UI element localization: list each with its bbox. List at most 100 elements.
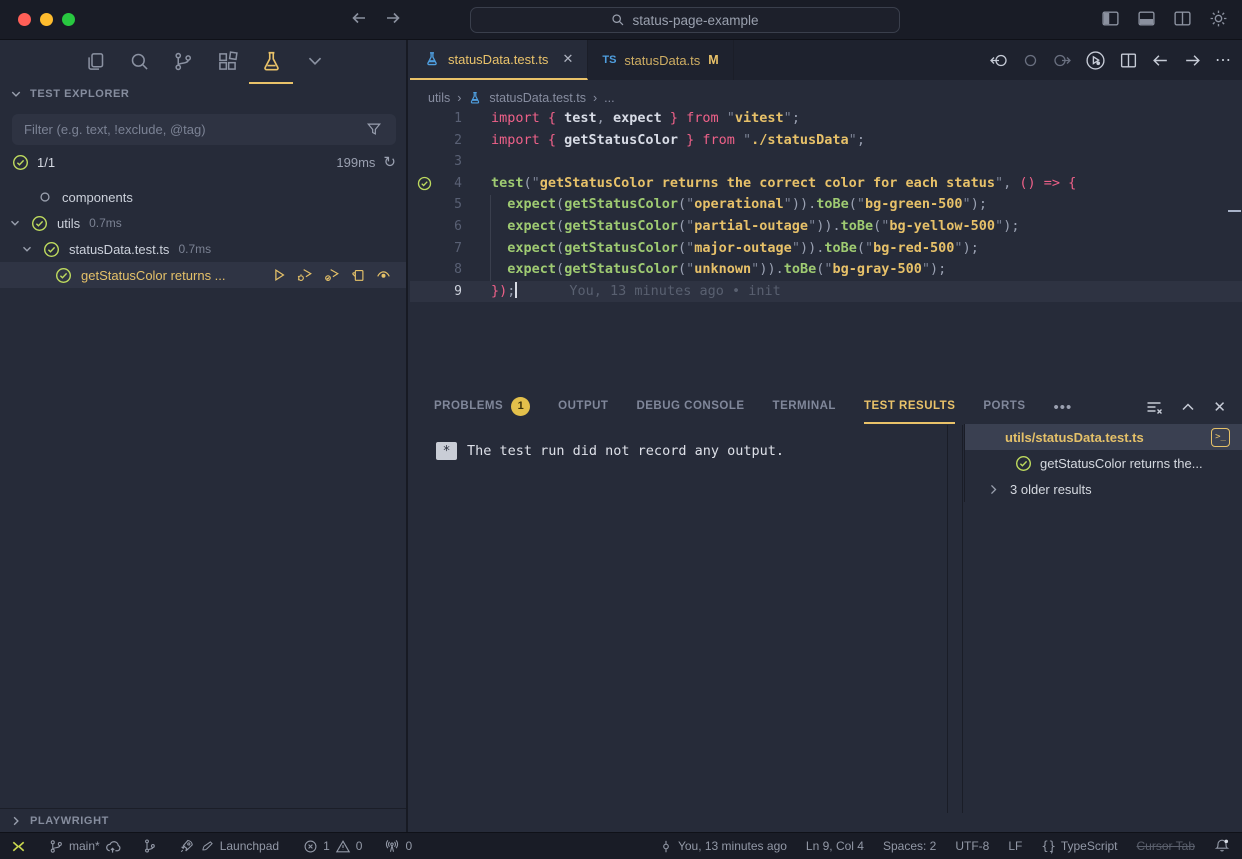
open-test-file-icon[interactable] — [350, 267, 366, 283]
code-line[interactable]: 6 expect(getStatusColor("partial-outage"… — [410, 216, 1242, 238]
clear-output-icon[interactable] — [1145, 398, 1163, 416]
blame-status[interactable]: You, 13 minutes ago — [659, 839, 787, 854]
remote-indicator-icon[interactable] — [10, 838, 27, 855]
breadcrumb[interactable]: utils › statusData.test.ts › ... — [428, 86, 615, 110]
history-forward-icon[interactable] — [384, 9, 402, 27]
source-control-graph-icon[interactable] — [142, 838, 157, 854]
code-line[interactable]: 4test("getStatusColor returns the correc… — [410, 173, 1242, 195]
language-status[interactable]: {̦} TypeScript — [1041, 839, 1117, 853]
problems-status[interactable]: 1 0 — [303, 839, 362, 854]
ports-status[interactable]: 0 — [384, 839, 412, 854]
show-terminal-output-icon[interactable]: >_ — [1211, 428, 1230, 447]
tab-output[interactable]: OUTPUT — [558, 390, 608, 424]
test-output-message: The test run did not record any output. — [467, 443, 784, 459]
split-editor-icon[interactable] — [1119, 51, 1138, 70]
explorer-icon[interactable] — [73, 40, 117, 84]
back-icon[interactable] — [1151, 51, 1170, 70]
maximize-panel-icon[interactable] — [1180, 399, 1196, 415]
toggle-left-panel-icon[interactable] — [1101, 9, 1120, 28]
breadcrumb-file[interactable]: statusData.test.ts — [489, 91, 586, 105]
tab-statusdata-test-ts[interactable]: statusData.test.ts ✕ — [410, 40, 588, 80]
code-line[interactable]: 7 expect(getStatusColor("major-outage"))… — [410, 238, 1242, 260]
extensions-icon[interactable] — [205, 40, 249, 84]
debug-test-icon[interactable] — [296, 267, 314, 283]
line-number: 5 — [432, 194, 462, 216]
launchpad-status[interactable]: Launchpad — [179, 838, 279, 854]
tree-item-label: utils — [57, 216, 80, 231]
bottom-panel: PROBLEMS 1 OUTPUT DEBUG CONSOLE TERMINAL… — [410, 390, 1242, 832]
encoding-status[interactable]: UTF-8 — [955, 839, 989, 853]
forward-icon[interactable] — [1183, 51, 1202, 70]
folder-circle-icon — [38, 190, 52, 204]
typescript-file-icon: TS — [602, 54, 616, 66]
source-control-icon[interactable] — [161, 40, 205, 84]
run-or-debug-icon[interactable] — [1085, 50, 1106, 71]
settings-gear-icon[interactable] — [1209, 9, 1228, 28]
cursor-tab-status[interactable]: Cursor Tab — [1137, 839, 1195, 853]
toggle-right-panel-icon[interactable] — [1173, 9, 1192, 28]
breadcrumb-folder[interactable]: utils — [428, 91, 450, 105]
tab-problems[interactable]: PROBLEMS 1 — [434, 390, 530, 424]
tab-statusdata-ts[interactable]: TS statusData.ts M — [588, 40, 733, 80]
tab-terminal[interactable]: TERMINAL — [773, 390, 836, 424]
language-label: TypeScript — [1061, 839, 1118, 853]
test-next-icon[interactable] — [1051, 51, 1072, 70]
test-filter-input[interactable] — [12, 114, 396, 145]
older-results-row[interactable]: 3 older results — [965, 476, 1242, 502]
tab-test-results[interactable]: TEST RESULTS — [864, 390, 955, 424]
zoom-window-button[interactable] — [62, 13, 75, 26]
tab-ports[interactable]: PORTS — [983, 390, 1025, 424]
code-line[interactable]: 5 expect(getStatusColor("operational")).… — [410, 194, 1242, 216]
search-view-icon[interactable] — [117, 40, 161, 84]
radio-tower-icon — [384, 839, 400, 854]
section-collapse-icon[interactable] — [10, 88, 22, 100]
search-icon — [611, 13, 625, 27]
refresh-tests-icon[interactable]: ↻ — [383, 153, 396, 171]
toggle-bottom-panel-icon[interactable] — [1137, 9, 1156, 28]
testing-view-icon[interactable] — [249, 40, 293, 84]
sidebar: TEST EXPLORER 1/1 199ms ↻ components uti… — [0, 40, 408, 832]
code-line[interactable]: 9});You, 13 minutes ago • init — [410, 281, 1242, 303]
notifications-bell-icon[interactable] — [1214, 838, 1230, 854]
run-test-icon[interactable] — [271, 267, 287, 283]
breadcrumb-separator: › — [593, 91, 597, 105]
line-number: 6 — [432, 216, 462, 238]
git-branch-status[interactable]: main* — [49, 839, 122, 854]
cursor-position-status[interactable]: Ln 9, Col 4 — [806, 839, 864, 853]
close-window-button[interactable] — [18, 13, 31, 26]
tree-item-components[interactable]: components — [0, 184, 406, 210]
eol-status[interactable]: LF — [1008, 839, 1022, 853]
reveal-test-icon[interactable] — [375, 267, 392, 283]
playwright-section-header[interactable]: PLAYWRIGHT — [0, 808, 406, 832]
tab-debug-console[interactable]: DEBUG CONSOLE — [636, 390, 744, 424]
code-line[interactable]: 1import { test, expect } from "vitest"; — [410, 108, 1242, 130]
test-state-icon[interactable] — [1023, 51, 1038, 70]
tree-item-duration: 0.7ms — [178, 242, 211, 256]
breadcrumb-more[interactable]: ... — [604, 91, 614, 105]
test-prev-icon[interactable] — [989, 51, 1010, 70]
panel-scrollbar[interactable] — [947, 425, 963, 813]
tests-passed-icon — [12, 154, 29, 171]
tree-item-utils[interactable]: utils 0.7ms — [0, 210, 406, 236]
more-actions-icon[interactable]: ⋯ — [1215, 50, 1232, 70]
test-pass-gutter-icon[interactable] — [410, 173, 432, 195]
result-test-row[interactable]: getStatusColor returns the... — [965, 450, 1242, 476]
code-line[interactable]: 8 expect(getStatusColor("unknown")).toBe… — [410, 259, 1242, 281]
result-file-row[interactable]: utils/statusData.test.ts >_ — [965, 424, 1242, 450]
close-tab-icon[interactable]: ✕ — [562, 51, 573, 67]
tree-item-test-case[interactable]: getStatusColor returns ... — [0, 262, 406, 288]
code-line[interactable]: 3 — [410, 151, 1242, 173]
filter-icon[interactable] — [366, 121, 382, 137]
close-panel-icon[interactable]: ✕ — [1213, 398, 1226, 416]
more-views-chevron-icon[interactable] — [293, 40, 337, 84]
tree-item-statusdata-test[interactable]: statusData.test.ts 0.7ms — [0, 236, 406, 262]
minimize-window-button[interactable] — [40, 13, 53, 26]
code-line[interactable]: 2import { getStatusColor } from "./statu… — [410, 130, 1242, 152]
command-center-search[interactable]: status-page-example — [470, 7, 900, 33]
more-panel-tabs-icon[interactable]: ••• — [1054, 399, 1073, 416]
gutter-decoration — [410, 130, 432, 152]
history-back-icon[interactable] — [350, 9, 368, 27]
indentation-status[interactable]: Spaces: 2 — [883, 839, 936, 853]
chevron-down-icon — [20, 242, 34, 256]
run-with-coverage-icon[interactable] — [323, 267, 341, 283]
